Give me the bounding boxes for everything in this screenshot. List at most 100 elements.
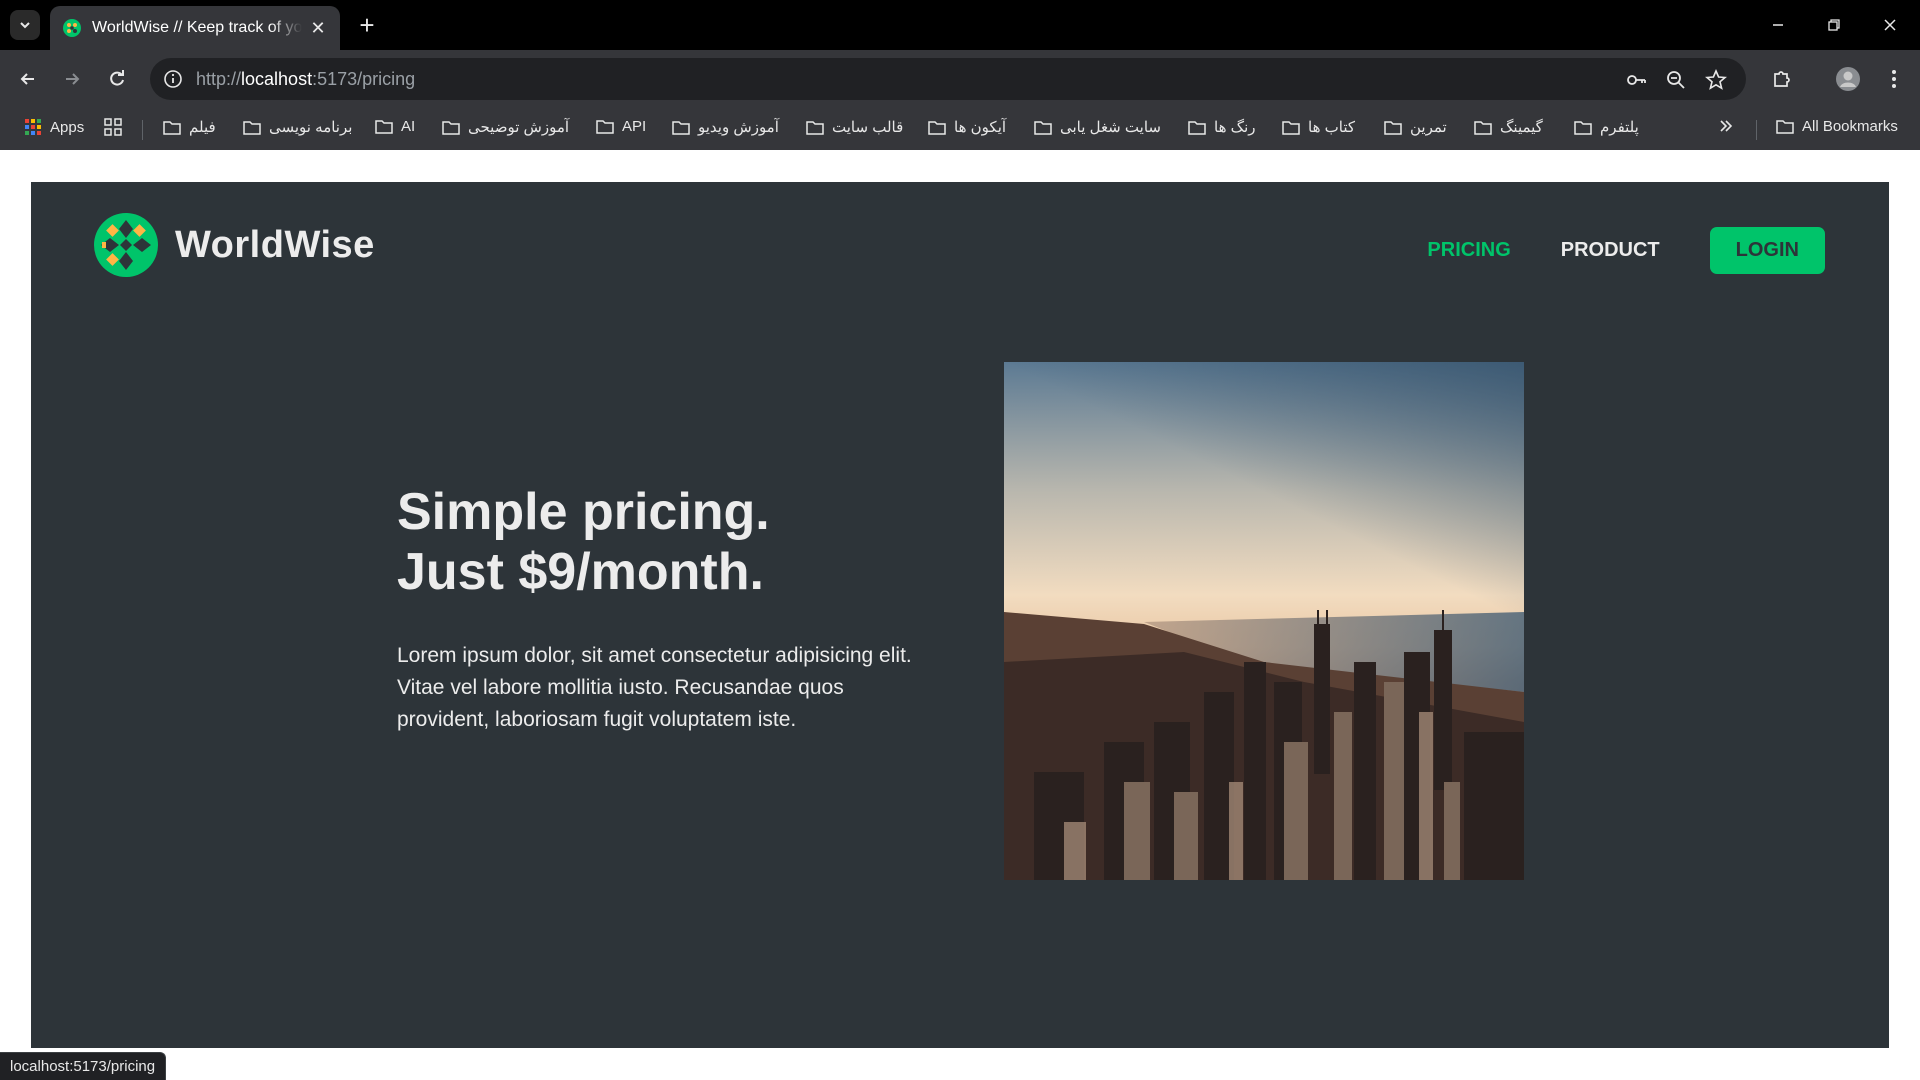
kebab-menu-icon[interactable] [1878, 63, 1910, 95]
plus-icon[interactable]: + [352, 10, 382, 40]
bookmark-label: سایت شغل یابی [1060, 119, 1161, 136]
folder-icon [442, 120, 460, 135]
extensions-button[interactable] [1766, 63, 1798, 95]
bookmark-label: رنگ ها [1214, 119, 1256, 136]
info-icon[interactable] [162, 68, 184, 90]
bookmark-folder[interactable]: برنامه نویسی [243, 118, 352, 136]
apps-shortcut[interactable]: Apps [24, 118, 84, 136]
close-window-button[interactable] [1870, 8, 1910, 42]
folder-icon [1776, 120, 1794, 134]
tab-strip: WorldWise // Keep track of your adventur… [0, 0, 1920, 50]
close-icon [1884, 19, 1896, 31]
bookmark-label: آیکون ها [954, 119, 1007, 136]
apps-grid-icon [25, 119, 41, 135]
worldwise-logo-icon [94, 213, 158, 277]
folder-icon [163, 120, 181, 135]
puzzle-icon [1774, 71, 1790, 87]
all-bookmarks-label: All Bookmarks [1802, 118, 1898, 135]
logo-link[interactable]: WorldWise [93, 212, 375, 278]
tab-groups-icon [104, 118, 122, 136]
reload-button[interactable] [101, 63, 133, 95]
folder-icon [1574, 120, 1592, 135]
arrow-left-icon [20, 73, 34, 85]
folder-icon [1282, 120, 1300, 135]
chevron-down-icon [20, 22, 30, 29]
close-icon[interactable]: ✕ [308, 18, 328, 39]
star-icon[interactable] [1704, 68, 1728, 92]
hero-title-line1: Simple pricing. [397, 483, 770, 541]
forward-button[interactable] [56, 63, 88, 95]
hero-description: Lorem ipsum dolor, sit amet consectetur … [397, 644, 912, 731]
bookmark-folder[interactable]: گیمینگ [1474, 118, 1543, 136]
url-text[interactable]: http://localhost:5173/pricing [196, 69, 415, 90]
url-path: :5173/pricing [312, 69, 416, 89]
all-bookmarks-button[interactable]: All Bookmarks [1776, 118, 1898, 135]
folder-icon [1188, 120, 1206, 135]
bookmarks-separator [142, 120, 143, 140]
bookmark-label: AI [401, 118, 416, 135]
bookmark-label: API [622, 118, 647, 135]
bookmark-folder[interactable]: آیکون ها [928, 118, 1006, 136]
address-bar[interactable]: http://localhost:5173/pricing [150, 58, 1746, 100]
arrow-right-icon [66, 73, 80, 85]
bookmark-label: کتاب ها [1308, 119, 1356, 136]
bookmarks-bar: Apps فیلم برنامه نویسی AI آموزش توضیحی A… [0, 108, 1920, 150]
bookmark-folder[interactable]: آموزش توضیحی [442, 118, 569, 136]
bookmark-label: گیمینگ [1500, 119, 1543, 136]
active-tab[interactable]: WorldWise // Keep track of your adventur… [50, 6, 340, 50]
status-bar-url: localhost:5173/pricing [0, 1052, 167, 1080]
folder-icon [1034, 120, 1052, 135]
nav-pricing-link[interactable]: PRICING [1427, 239, 1510, 262]
tab-groups-button[interactable] [104, 118, 130, 136]
bookmark-folder[interactable]: قالب سایت [806, 118, 903, 136]
bookmark-folder[interactable]: آموزش ویدیو [672, 118, 779, 136]
restore-button[interactable] [1814, 8, 1854, 42]
bookmark-folder[interactable]: فیلم [163, 118, 216, 136]
pricing-page: WorldWise PRICING PRODUCT LOGIN Simple p… [31, 182, 1889, 1048]
tab-list-button[interactable] [10, 10, 40, 40]
brand-name: WorldWise [175, 223, 375, 266]
bookmark-folder[interactable]: کتاب ها [1282, 118, 1355, 136]
folder-icon [375, 120, 393, 134]
bookmark-folder[interactable]: پلتفرم [1574, 118, 1639, 136]
nav-product-link[interactable]: PRODUCT [1561, 239, 1660, 262]
bookmark-folder[interactable]: سایت شغل یابی [1034, 118, 1161, 136]
bookmark-label: پلتفرم [1600, 119, 1639, 136]
city-skyline-image [1004, 362, 1524, 880]
minimize-icon [1773, 24, 1783, 26]
avatar[interactable] [1832, 63, 1864, 95]
bookmark-folder[interactable]: رنگ ها [1188, 118, 1256, 136]
worldwise-favicon [63, 19, 81, 37]
browser-toolbar: http://localhost:5173/pricing [0, 50, 1920, 108]
folder-icon [806, 120, 824, 135]
reload-icon [110, 70, 124, 86]
folder-icon [672, 120, 690, 135]
bookmark-folder[interactable]: تمرین [1384, 118, 1447, 136]
folder-icon [1384, 120, 1402, 135]
folder-icon [243, 120, 261, 135]
bookmark-label: آموزش توضیحی [468, 119, 570, 136]
bookmark-label: برنامه نویسی [269, 119, 353, 136]
bookmarks-separator [1756, 120, 1757, 140]
main-nav: PRICING PRODUCT LOGIN [1377, 227, 1825, 274]
apps-label: Apps [50, 118, 85, 136]
double-chevron-icon[interactable] [1718, 118, 1742, 134]
minimize-button[interactable] [1758, 8, 1798, 42]
hero-title: Simple pricing. Just $9/month. [397, 482, 770, 602]
folder-icon [928, 120, 946, 135]
back-button[interactable] [12, 63, 44, 95]
login-button[interactable]: LOGIN [1709, 227, 1825, 274]
folder-icon [596, 120, 614, 134]
bookmark-folder[interactable]: API [596, 118, 646, 135]
zoom-icon[interactable] [1664, 68, 1688, 92]
bookmark-label: قالب سایت [832, 119, 904, 136]
folder-icon [1474, 120, 1492, 135]
restore-icon [1828, 19, 1840, 31]
bookmark-label: آموزش ویدیو [698, 119, 779, 136]
key-icon[interactable] [1624, 68, 1648, 92]
tab-title: WorldWise // Keep track of your adventur… [92, 19, 302, 36]
url-prefix: http:// [196, 69, 242, 89]
url-host: localhost [241, 69, 313, 89]
bookmark-label: تمرین [1410, 119, 1447, 136]
bookmark-folder[interactable]: AI [375, 118, 415, 135]
